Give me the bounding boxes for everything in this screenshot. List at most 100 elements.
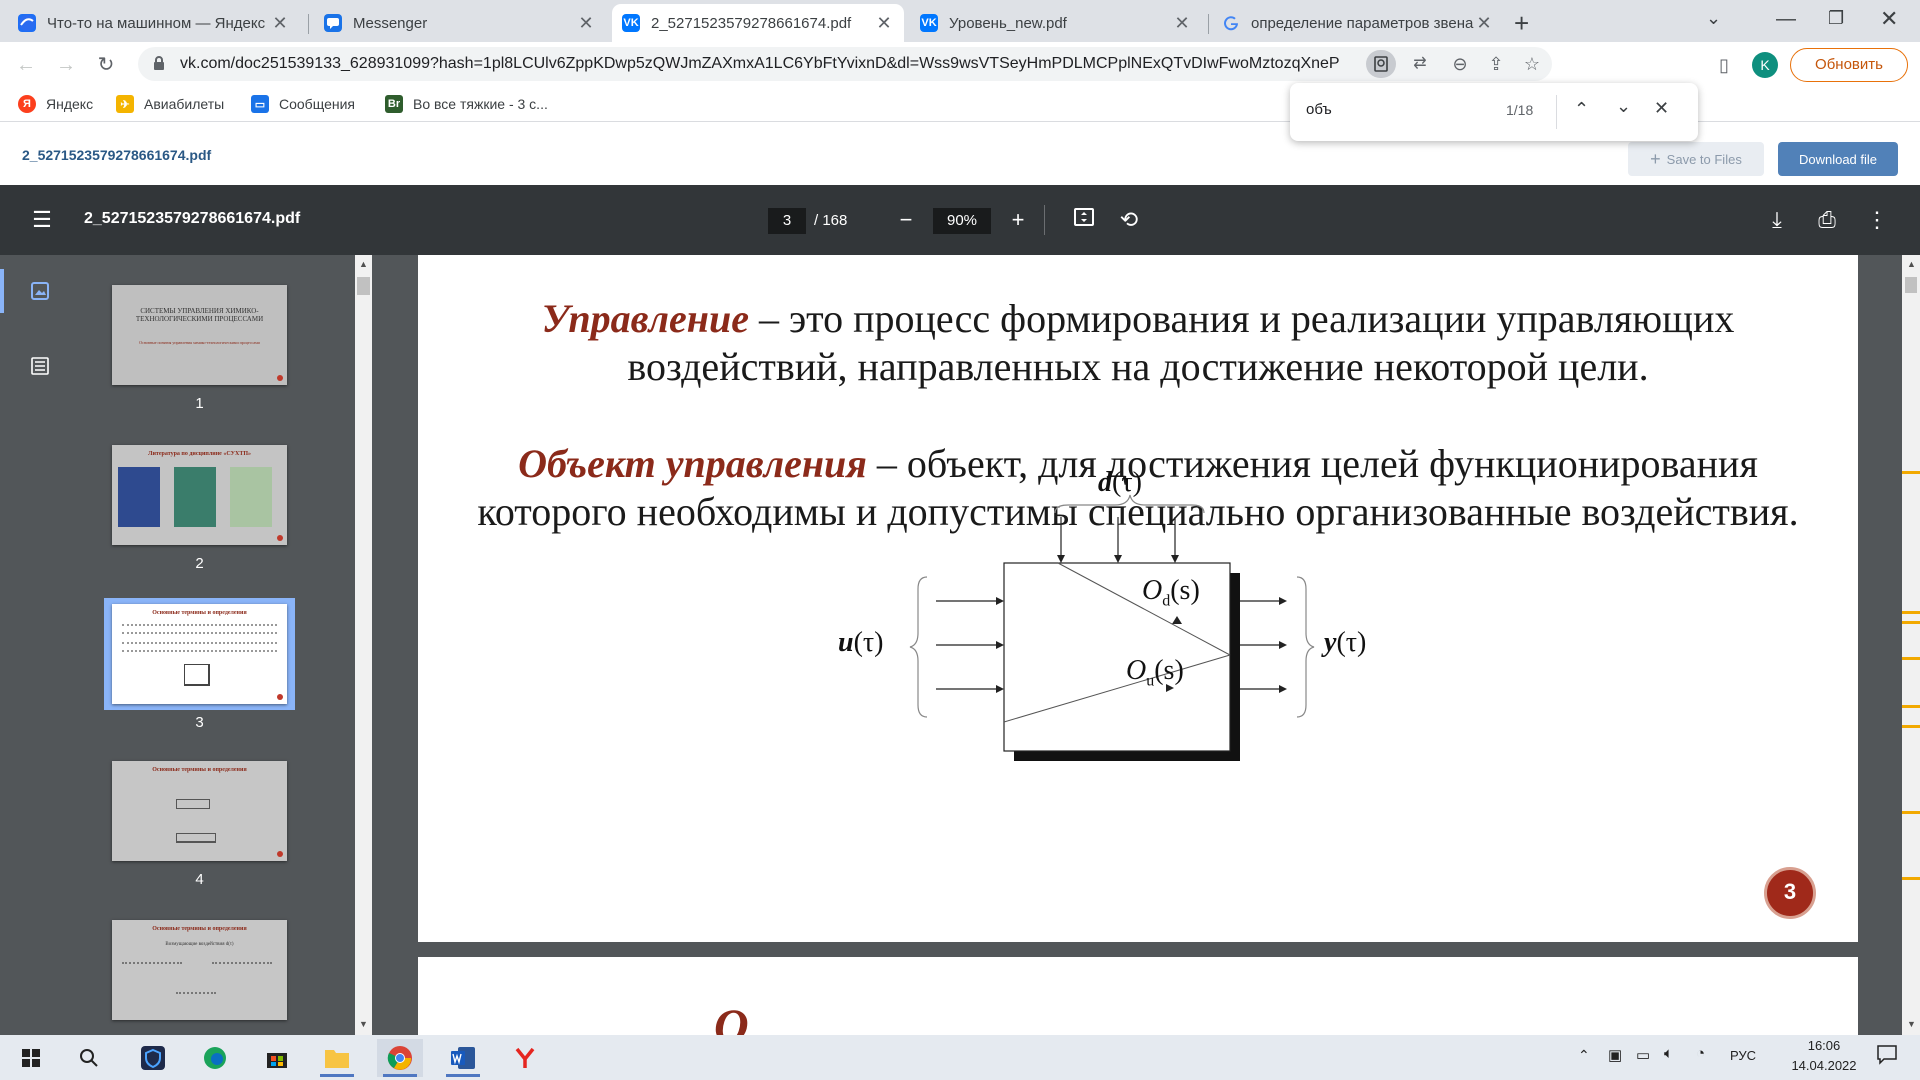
clock-date[interactable]: 14.04.2022 — [1784, 1058, 1864, 1073]
thumbnail-text-lines — [212, 962, 272, 964]
scroll-up-icon[interactable]: ▲ — [1907, 259, 1916, 269]
show-hidden-icons-icon[interactable]: ⌃ — [1578, 1047, 1590, 1064]
profile-avatar[interactable]: K — [1752, 52, 1778, 78]
find-in-page-icon[interactable] — [1366, 50, 1396, 78]
find-input[interactable]: объ — [1306, 101, 1332, 118]
back-icon[interactable]: ← — [12, 51, 40, 79]
find-previous-icon[interactable]: ⌃ — [1574, 99, 1589, 120]
document-scroll-thumb[interactable] — [1905, 277, 1917, 293]
control-object-diagram — [909, 494, 1315, 761]
language-indicator[interactable]: РУС — [1730, 1048, 1756, 1063]
search-icon[interactable] — [66, 1039, 112, 1077]
yandex-browser-taskbar-icon[interactable] — [502, 1039, 548, 1077]
find-close-icon[interactable]: ✕ — [1654, 98, 1669, 119]
zoom-icon[interactable]: ⊖ — [1446, 50, 1474, 78]
tab-messenger[interactable]: Messenger ✕ — [314, 4, 606, 42]
page-thumbnail-2[interactable]: Литература по дисциплине «СУХТП» — [112, 445, 287, 545]
new-tab-icon[interactable]: + — [1514, 8, 1529, 39]
outline-view-icon[interactable] — [30, 356, 50, 381]
download-file-button[interactable]: Download file — [1778, 142, 1898, 176]
zoom-in-icon[interactable]: + — [1003, 205, 1033, 235]
forward-icon[interactable]: → — [52, 51, 80, 79]
device-icon[interactable]: ▣ — [1608, 1046, 1622, 1064]
thumbnail-number: 4 — [195, 871, 204, 888]
bookmark-label: Яндекс — [46, 96, 94, 112]
page-thumbnail-5[interactable]: Основные термины и определения Возмущающ… — [112, 920, 287, 1020]
bookmark-messages[interactable]: ▭ Сообщения — [251, 95, 355, 113]
disturbance-arrowhead — [1171, 555, 1179, 563]
battery-icon[interactable]: ▭ — [1636, 1046, 1650, 1064]
page-thumbnail-1[interactable]: СИСТЕМЫ УПРАВЛЕНИЯ ХИМИКО-ТЕХНОЛОГИЧЕСКИ… — [112, 285, 287, 385]
reload-icon[interactable]: ↻ — [92, 51, 120, 79]
close-tab-icon[interactable]: ✕ — [1474, 13, 1494, 34]
volume-icon[interactable]: 🔈︎ — [1664, 1045, 1673, 1062]
sidebar-scrollbar[interactable]: ▲ ▼ — [355, 255, 372, 1035]
start-icon[interactable] — [8, 1039, 54, 1077]
notifications-icon[interactable] — [1876, 1044, 1898, 1071]
translate-icon[interactable]: ⇄ — [1406, 50, 1434, 78]
bookmark-yandex[interactable]: Я Яндекс — [18, 95, 93, 113]
pdf-document-area: Управление – это процесс формирования и … — [372, 255, 1902, 1035]
sidebar-scroll-thumb[interactable] — [357, 277, 370, 295]
od-arg: (s) — [1170, 575, 1200, 606]
document-scrollbar[interactable]: ▲ ▼ — [1902, 255, 1920, 1035]
file-explorer-icon[interactable] — [314, 1039, 360, 1077]
close-tab-icon[interactable]: ✕ — [1172, 13, 1192, 34]
tab-active-pdf[interactable]: VK 2_5271523579278661674.pdf ✕ — [612, 4, 904, 42]
output-arrowhead — [1279, 641, 1287, 649]
rotate-icon[interactable]: ⟲ — [1114, 205, 1144, 235]
disturbance-arrowhead — [1057, 555, 1065, 563]
bookmark-tickets[interactable]: ✈ Авиабилеты — [116, 95, 224, 113]
bookmark-star-icon[interactable]: ☆ — [1518, 50, 1546, 78]
zoom-level-input[interactable]: 90% — [933, 208, 991, 234]
thumbnail-subtitle: Основные понятия управления химико-техно… — [139, 340, 260, 345]
page-thumbnail-3[interactable]: Основные термины и определения — [112, 604, 287, 704]
tab-title: определение параметров звена — [1251, 14, 1474, 32]
plus-icon: + — [1650, 148, 1661, 169]
word-icon[interactable] — [440, 1039, 486, 1077]
close-tab-icon[interactable]: ✕ — [576, 13, 596, 34]
tab-yandex[interactable]: Что-то на машинном — Яндекс ✕ — [8, 4, 300, 42]
chrome-icon[interactable] — [377, 1039, 423, 1077]
download-icon[interactable]: ⤓ — [1762, 205, 1792, 235]
store-icon[interactable] — [254, 1039, 300, 1077]
page-thumbnail-4[interactable]: Основные термины и определения — [112, 761, 287, 861]
find-next-icon[interactable]: ⌄ — [1616, 96, 1631, 117]
pdf-viewer-toolbar: ☰ 2_5271523579278661674.pdf 3 / 168 − 90… — [0, 185, 1920, 255]
yandex-browser-icon — [18, 14, 36, 32]
bookmark-label: Сообщения — [279, 96, 355, 112]
page-number-input[interactable]: 3 — [768, 208, 806, 234]
disturbance-arrowhead — [1114, 555, 1122, 563]
save-to-files-button[interactable]: + Save to Files — [1628, 142, 1764, 176]
bookmark-label: Во все тяжкие - 3 с... — [413, 96, 548, 112]
tab-strip: Что-то на машинном — Яндекс ✕ Messenger … — [0, 0, 1920, 42]
scroll-down-icon[interactable]: ▼ — [359, 1019, 368, 1029]
zoom-out-icon[interactable]: − — [891, 205, 921, 235]
clock-time[interactable]: 16:06 — [1784, 1038, 1864, 1053]
bookmark-breaking-bad[interactable]: Br Во все тяжкие - 3 с... — [385, 95, 548, 113]
tab-search-chevron-icon[interactable]: ⌄ — [1706, 8, 1721, 29]
book-cover-image — [118, 467, 160, 527]
print-icon[interactable]: ⎙ — [1812, 205, 1842, 235]
update-button[interactable]: Обновить — [1790, 48, 1908, 82]
fit-to-page-icon[interactable] — [1069, 205, 1099, 235]
wifi-icon[interactable]: ◔ — [1696, 1045, 1705, 1062]
close-window-icon[interactable]: ✕ — [1880, 6, 1898, 32]
tab-uroven[interactable]: VK Уровень_new.pdf ✕ — [910, 4, 1202, 42]
share-icon[interactable]: ⇪ — [1482, 50, 1510, 78]
close-tab-icon[interactable]: ✕ — [874, 13, 894, 34]
scroll-down-icon[interactable]: ▼ — [1907, 1019, 1916, 1029]
security-app-icon[interactable] — [130, 1039, 176, 1077]
more-options-icon[interactable]: ⋮ — [1862, 205, 1892, 235]
thumbnails-view-icon[interactable] — [30, 281, 50, 306]
scroll-up-icon[interactable]: ▲ — [359, 259, 368, 269]
side-panel-icon[interactable]: ▯ — [1710, 51, 1738, 79]
edge-icon[interactable] — [192, 1039, 238, 1077]
minimize-icon[interactable]: — — [1776, 8, 1796, 31]
menu-icon[interactable]: ☰ — [27, 205, 57, 235]
address-bar[interactable]: vk.com/doc251539133_628931099?hash=1pl8L… — [138, 47, 1552, 81]
restore-icon[interactable]: ❐ — [1828, 8, 1844, 29]
lock-icon[interactable] — [152, 55, 166, 76]
close-tab-icon[interactable]: ✕ — [270, 13, 290, 34]
tab-google[interactable]: определение параметров звена ✕ — [1212, 4, 1504, 42]
